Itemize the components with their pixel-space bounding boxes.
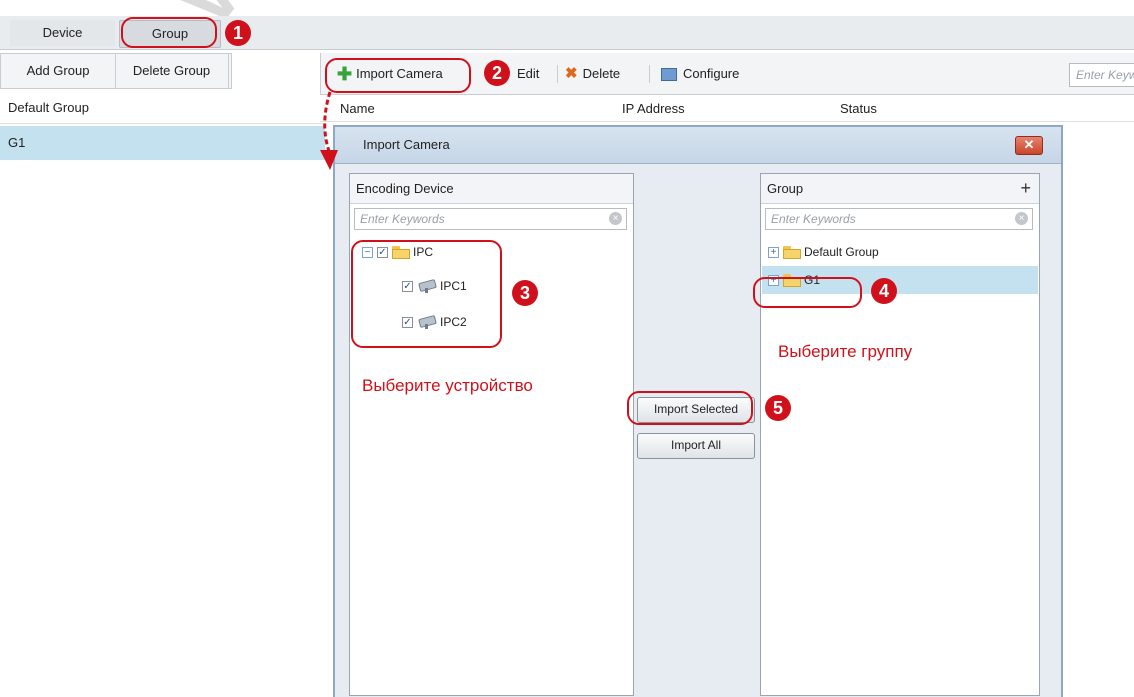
tree-node-default-group[interactable]: + Default Group [768,240,879,264]
column-status[interactable]: Status [840,96,877,122]
dialog-title: Import Camera [363,137,450,152]
note-select-device: Выберите устройство [362,376,533,395]
delete-x-icon: ✖ [565,65,578,82]
step-badge-4: 4 [871,278,897,304]
edit-button[interactable]: Edit [517,61,557,87]
expand-icon[interactable]: + [768,246,779,258]
column-ip-address[interactable]: IP Address [622,96,685,122]
group-pane-header: Group + [761,174,1039,204]
folder-icon [783,245,801,259]
edit-label: Edit [517,66,540,81]
step-badge-1: 1 [225,20,251,46]
toolbar-divider [557,65,558,83]
step-badge-2: 2 [484,60,510,86]
camera-list-header: Name IP Address Status [320,96,1134,122]
delete-group-button[interactable]: Delete Group [115,54,229,88]
add-group-button[interactable]: Add Group [1,54,116,88]
device-search-input[interactable]: Enter Keywords × [354,208,627,230]
dialog-title-bar[interactable]: Import Camera ✕ [335,127,1061,164]
annotation-ring-g1 [753,277,862,308]
clear-icon[interactable]: × [1015,212,1028,225]
note-select-group: Выберите группу [778,342,913,361]
delete-button[interactable]: ✖ Delete [565,61,645,87]
tab-device[interactable]: Device [10,20,115,46]
annotation-ring-devices [351,240,502,348]
search-input[interactable]: Enter Keywords [1069,63,1134,87]
group-list-item-g1[interactable]: G1 [0,126,325,160]
clear-icon[interactable]: × [609,212,622,225]
import-all-button[interactable]: Import All [637,433,755,459]
step-badge-5: 5 [765,395,791,421]
toolbar-divider [649,65,650,83]
annotation-ring-import-selected [627,391,753,425]
encoding-device-header: Encoding Device [350,174,633,204]
configure-label: Configure [683,66,740,81]
arrow-icon [320,91,338,170]
close-icon[interactable]: ✕ [1015,136,1043,155]
group-pane-title: Group [767,181,804,196]
annotation-ring-group-tab [121,17,217,48]
device-search-placeholder: Enter Keywords [360,212,445,226]
group-pane: Group + Enter Keywords × + Default Group… [760,173,1040,696]
monitor-icon [661,67,677,81]
group-search-input[interactable]: Enter Keywords × [765,208,1033,230]
configure-button[interactable]: Configure [661,61,771,87]
group-search-placeholder: Enter Keywords [771,212,856,226]
left-toolbar: Add Group Delete Group [0,53,232,89]
step-badge-3: 3 [512,280,538,306]
group-list-item-default[interactable]: Default Group [0,92,325,124]
add-icon[interactable]: + [1020,174,1031,202]
delete-label: Delete [582,66,621,81]
tree-node-label: Default Group [804,245,879,259]
